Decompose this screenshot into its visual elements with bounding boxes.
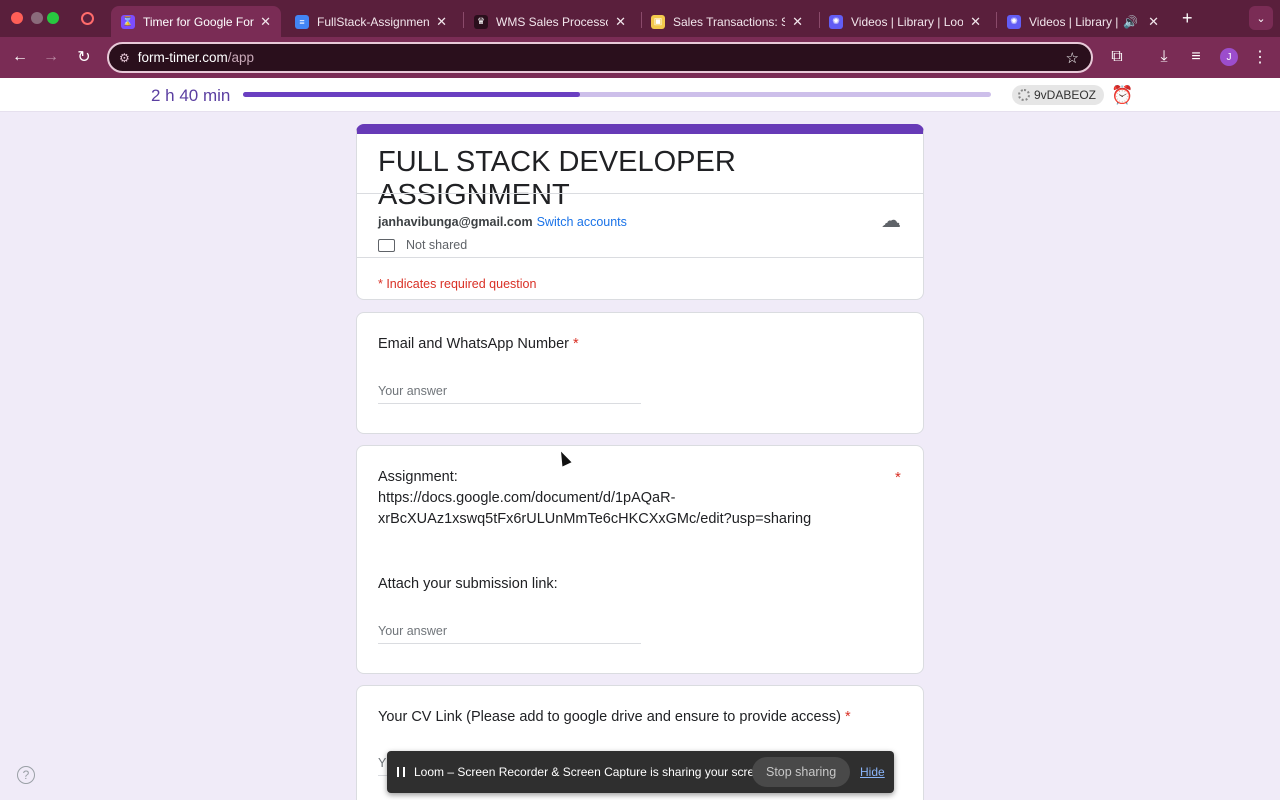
- loom-sharing-banner: Loom – Screen Recorder & Screen Capture …: [387, 751, 894, 793]
- timer-progress-fill: [243, 92, 580, 97]
- more-menu-icon[interactable]: ⋮: [1248, 45, 1272, 69]
- question-subtitle: Attach your submission link:: [378, 576, 558, 592]
- divider: [357, 257, 923, 258]
- docs-icon: ≡: [295, 14, 309, 29]
- media-controls-icon[interactable]: ≡: [1184, 45, 1208, 69]
- tab-loom-library-2[interactable]: ✺ Videos | Library | Lo 🔊 ✕: [997, 6, 1169, 37]
- time-remaining: 2 h 40 min: [151, 86, 231, 105]
- profile-avatar[interactable]: J: [1220, 48, 1238, 66]
- box-icon: ▣: [651, 14, 665, 29]
- tab-fullstack-assignment[interactable]: ≡ FullStack-Assignment ✕: [285, 6, 457, 37]
- close-window-icon[interactable]: [11, 12, 23, 24]
- question-card-assignment: Assignment: https://docs.google.com/docu…: [356, 445, 924, 674]
- spinner-icon: [1018, 89, 1030, 101]
- loom-icon: ✺: [829, 14, 843, 29]
- close-tab-icon[interactable]: ✕: [786, 14, 803, 30]
- tab-wms-sales-processor[interactable]: ♛ WMS Sales Processor ✕: [464, 6, 636, 37]
- close-tab-icon[interactable]: ✕: [430, 14, 447, 30]
- back-button[interactable]: ←: [8, 45, 32, 69]
- speaker-icon[interactable]: 🔊: [1123, 15, 1138, 29]
- browser-toolbar: ← → ↻ ⚙ form-timer.com/app ☆ ⧉ ⤓ ≡ J ⋮: [0, 37, 1280, 78]
- forward-button[interactable]: →: [39, 45, 63, 69]
- timer-progress-track: [243, 92, 991, 97]
- close-tab-icon[interactable]: ✕: [1142, 14, 1159, 30]
- hourglass-icon: ⌛: [121, 14, 135, 29]
- reload-button[interactable]: ↻: [72, 45, 96, 69]
- assignment-link: https://docs.google.com/document/d/1pAQa…: [378, 490, 676, 506]
- loom-icon: ✺: [1007, 14, 1021, 29]
- help-icon[interactable]: ?: [17, 766, 35, 784]
- recording-icon: [81, 12, 94, 25]
- question-title: Assignment: https://docs.google.com/docu…: [378, 469, 812, 527]
- extensions-icon[interactable]: ⧉: [1105, 45, 1129, 69]
- required-mark: *: [895, 469, 901, 486]
- maximize-window-icon[interactable]: [47, 12, 59, 24]
- account-email: janhavibunga@gmail.com: [378, 215, 533, 229]
- close-tab-icon[interactable]: ✕: [964, 14, 981, 30]
- hide-banner-link[interactable]: Hide: [860, 765, 885, 779]
- answer-input-submission-link[interactable]: Your answer: [378, 622, 641, 644]
- crown-icon: ♛: [474, 14, 488, 29]
- close-tab-icon[interactable]: ✕: [254, 14, 271, 30]
- question-card-email: Email and WhatsApp Number * Your answer: [356, 312, 924, 434]
- minimize-window-icon[interactable]: [31, 12, 43, 24]
- tab-timer-for-google-forms[interactable]: ⌛ Timer for Google Forms ✕: [111, 6, 281, 37]
- form-title: FULL STACK DEVELOPER ASSIGNMENT: [378, 146, 736, 211]
- download-icon[interactable]: ⤓: [1152, 45, 1176, 69]
- form-header-card: FULL STACK DEVELOPER ASSIGNMENT janhavib…: [356, 124, 924, 300]
- question-title: Your CV Link (Please add to google drive…: [378, 709, 851, 725]
- required-note: * Indicates required question: [378, 277, 537, 291]
- account-line: janhavibunga@gmail.com Switch accounts: [378, 215, 627, 229]
- site-info-icon[interactable]: ⚙: [119, 51, 130, 65]
- new-tab-button[interactable]: +: [1182, 8, 1193, 29]
- question-title: Email and WhatsApp Number *: [378, 336, 579, 352]
- stop-sharing-button[interactable]: Stop sharing: [752, 757, 851, 787]
- tab-search-button[interactable]: ⌄: [1249, 6, 1273, 30]
- tab-sales-transactions[interactable]: ▣ Sales Transactions: Sal ✕: [641, 6, 813, 37]
- tab-loom-library-1[interactable]: ✺ Videos | Library | Loom ✕: [819, 6, 991, 37]
- not-shared-status: Not shared: [378, 238, 467, 252]
- switch-accounts-link[interactable]: Switch accounts: [537, 215, 627, 229]
- cloud-saved-icon[interactable]: ☁: [881, 208, 901, 233]
- timer-code-chip: 9vDABEOZ: [1012, 85, 1105, 105]
- bookmark-star-icon[interactable]: ☆: [1066, 49, 1079, 67]
- sharing-message: Loom – Screen Recorder & Screen Capture …: [414, 765, 771, 779]
- mail-icon: [378, 238, 395, 252]
- alarm-clock-icon[interactable]: ⏰: [1111, 85, 1133, 106]
- pause-icon: [397, 767, 405, 777]
- browser-tab-bar: ⌛ Timer for Google Forms ✕ ≡ FullStack-A…: [0, 0, 1280, 37]
- close-tab-icon[interactable]: ✕: [609, 14, 626, 30]
- address-bar[interactable]: ⚙ form-timer.com/app ☆: [107, 42, 1093, 73]
- answer-input-email[interactable]: Your answer: [378, 382, 641, 404]
- divider: [357, 193, 923, 194]
